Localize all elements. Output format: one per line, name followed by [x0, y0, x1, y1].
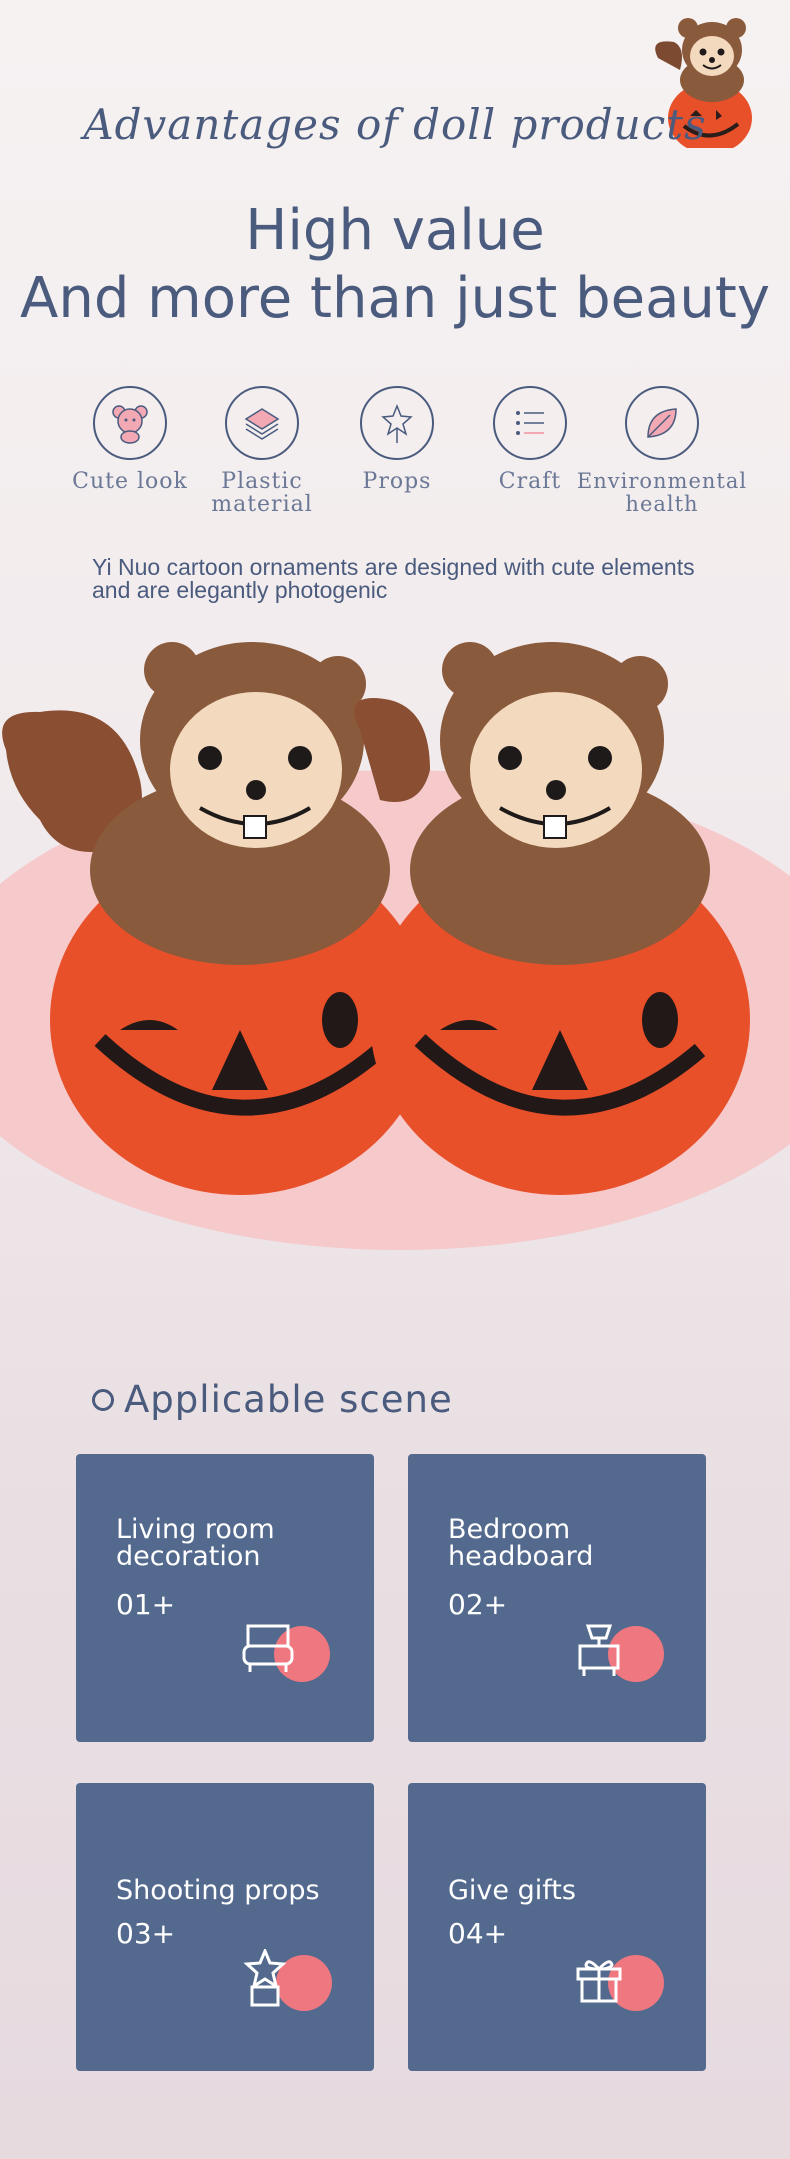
nightstand-icon: [578, 1624, 620, 1676]
feature-label-2: health: [625, 492, 699, 516]
feature-label: Environmental: [576, 469, 748, 493]
bear-icon: [93, 386, 167, 460]
star-wand-icon: [360, 386, 434, 460]
description-line-1: Yi Nuo cartoon ornaments are designed wi…: [92, 554, 695, 580]
sofa-icon: [242, 1624, 294, 1672]
headline-line-2: And more than just beauty: [20, 266, 770, 331]
scene-card-shooting-props: Shooting props 03+: [76, 1783, 374, 2071]
scene-card-number: 03+: [116, 1917, 176, 1950]
feature-label: Props: [362, 469, 432, 494]
scene-card-title-2: decoration: [116, 1541, 261, 1572]
feature-label-2: material: [211, 492, 313, 517]
star-box-icon: [243, 1949, 287, 2007]
scene-card-title: Shooting props: [116, 1875, 320, 1906]
section-script-title: Advantages of doll products: [83, 100, 707, 149]
leaf-icon: [625, 386, 699, 460]
scene-card-number: 01+: [116, 1588, 176, 1621]
feature-cute-look: Cute look: [60, 386, 200, 493]
feature-environmental-health: Environmental health: [572, 386, 752, 516]
scene-card-number: 02+: [448, 1588, 508, 1621]
applicable-scene-label: Applicable scene: [124, 1378, 453, 1421]
scene-card-title: Give gifts: [448, 1875, 576, 1906]
feature-plastic-material: Plastic material: [192, 386, 332, 516]
product-description: Yi Nuo cartoon ornaments are designed wi…: [92, 556, 732, 602]
layers-icon: [225, 386, 299, 460]
scene-card-number: 04+: [448, 1917, 508, 1950]
scene-card-title: Bedroom: [448, 1514, 571, 1545]
description-line-2: and are elegantly photogenic: [92, 577, 388, 603]
scene-card-title-2: headboard: [448, 1541, 594, 1572]
list-icon: [493, 386, 567, 460]
applicable-scene-title: Applicable scene: [92, 1378, 453, 1421]
feature-label: Plastic: [221, 469, 303, 494]
scene-card-title: Living room: [116, 1514, 275, 1545]
feature-label: Cute look: [72, 469, 188, 494]
scene-card-living-room: Living room decoration 01+: [76, 1454, 374, 1742]
headline-line-1: High value: [245, 198, 545, 263]
squirrel-pumpkin-toy-right: [354, 642, 750, 1195]
feature-props: Props: [327, 386, 467, 493]
product-image: [0, 642, 790, 1250]
circle-icon: [92, 1388, 114, 1411]
scene-card-bedroom: Bedroom headboard 02+: [408, 1454, 706, 1742]
gift-icon: [576, 1960, 622, 2003]
scene-card-give-gifts: Give gifts 04+: [408, 1783, 706, 2071]
